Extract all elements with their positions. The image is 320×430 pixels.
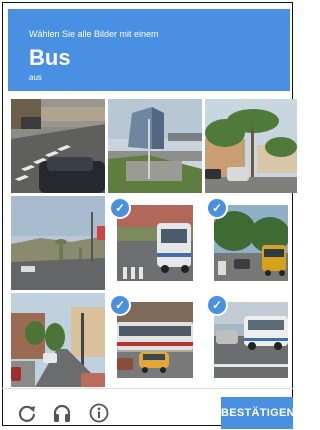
- image-tile-7[interactable]: [11, 293, 105, 387]
- challenge-header: Wählen Sie alle Bilder mit einem Bus aus: [8, 9, 290, 91]
- image-tile-3[interactable]: [205, 99, 297, 193]
- selected-check-icon: ✓: [208, 296, 226, 314]
- image-tile-5[interactable]: ✓: [108, 196, 202, 290]
- instruction-text: Wählen Sie alle Bilder mit einem: [29, 29, 159, 39]
- info-icon[interactable]: [89, 403, 109, 423]
- footer-divider: [2, 388, 293, 389]
- image-tile-4[interactable]: [11, 196, 105, 290]
- image-tile-9[interactable]: ✓: [205, 293, 297, 387]
- image-tile-8[interactable]: ✓: [108, 293, 202, 387]
- image-tile-6[interactable]: ✓: [205, 196, 297, 290]
- instruction-subtext: aus: [29, 73, 42, 82]
- selected-check-icon: ✓: [111, 199, 129, 217]
- selected-check-icon: ✓: [208, 199, 226, 217]
- image-tile-2[interactable]: [108, 99, 202, 193]
- reload-icon[interactable]: [17, 403, 37, 423]
- target-word: Bus: [29, 45, 71, 70]
- confirm-button[interactable]: BESTÄTIGEN: [221, 397, 295, 429]
- selected-check-icon: ✓: [111, 296, 129, 314]
- headphones-icon[interactable]: [52, 403, 72, 423]
- image-tile-1[interactable]: [11, 99, 105, 193]
